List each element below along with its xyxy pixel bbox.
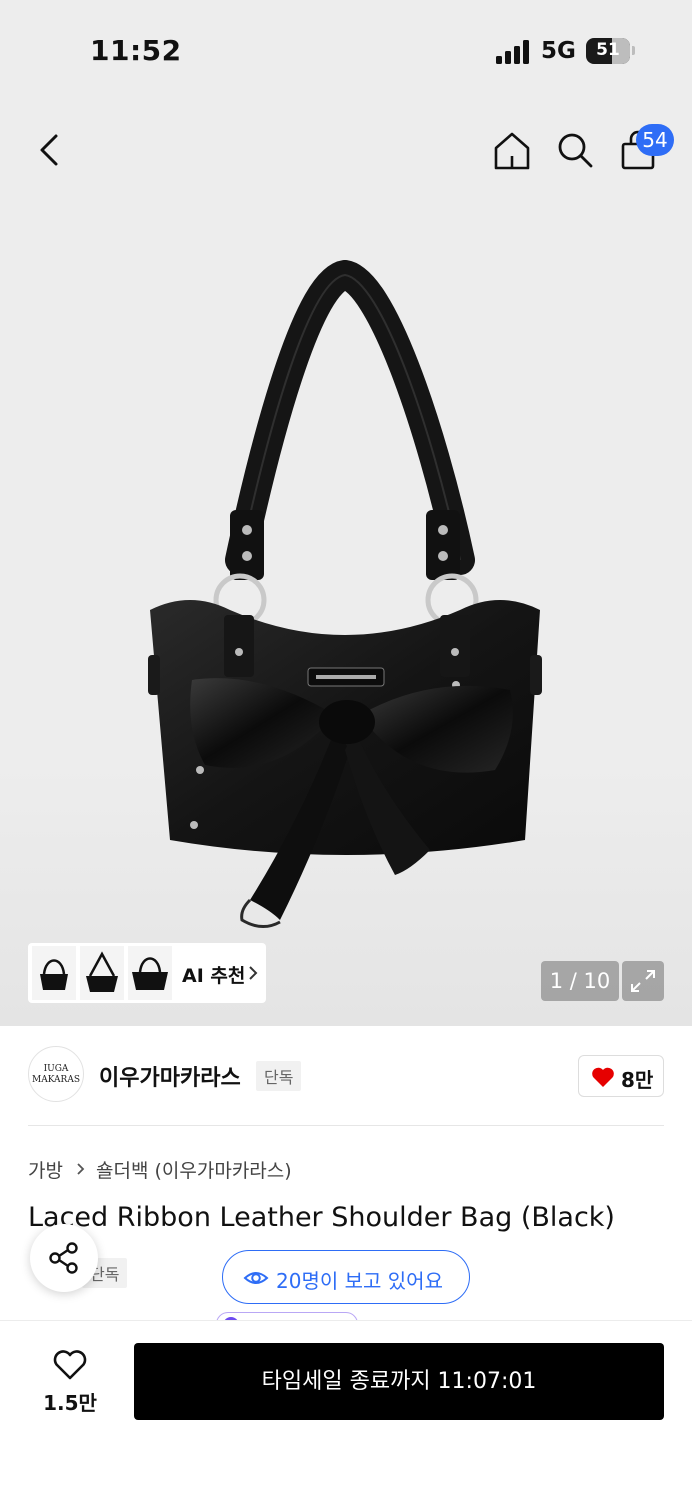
divider xyxy=(28,1125,664,1126)
share-button[interactable] xyxy=(30,1224,98,1292)
chevron-right-icon[interactable] xyxy=(246,963,260,983)
breadcrumb-subcategory[interactable]: 숄더백 (이우가마카라스) xyxy=(96,1156,292,1183)
image-pager: 1 / 10 xyxy=(541,961,619,1001)
battery-level: 51 xyxy=(596,40,620,60)
ai-thumb-2[interactable] xyxy=(80,946,124,1000)
brand-logo[interactable]: IUGA MAKARAS xyxy=(28,1046,84,1102)
brand-like-count: 8만 xyxy=(621,1068,654,1092)
breadcrumb-category[interactable]: 가방 xyxy=(28,1156,63,1183)
heart-filled-icon xyxy=(592,1067,614,1087)
chevron-right-icon xyxy=(77,1163,85,1175)
heart-outline-icon[interactable] xyxy=(52,1349,88,1381)
cart-count-badge: 54 xyxy=(636,124,674,156)
ai-thumb-1[interactable] xyxy=(32,946,76,1000)
wish-count: 1.5만 xyxy=(43,1391,97,1415)
home-icon[interactable] xyxy=(492,128,532,172)
share-icon xyxy=(49,1242,78,1274)
brand-name[interactable]: 이우가마카라스 xyxy=(99,1060,241,1092)
ai-recommend-label[interactable]: AI 추천 xyxy=(182,961,245,988)
signal-icon xyxy=(496,40,529,64)
battery-tip xyxy=(632,46,635,55)
product-gallery[interactable]: 54 AI 추천 1 / 10 xyxy=(0,100,692,1026)
bottom-action-bar: 1.5만 타임세일 종료까지 11:07:01 xyxy=(0,1320,692,1500)
status-bar: 11:52 5G 51 xyxy=(0,0,692,100)
network-label: 5G xyxy=(541,38,576,64)
ai-recommend-strip[interactable]: AI 추천 xyxy=(28,943,266,1003)
search-icon[interactable] xyxy=(555,128,595,172)
eye-icon xyxy=(243,1272,269,1284)
expand-icon xyxy=(631,970,655,992)
back-icon[interactable] xyxy=(30,128,70,172)
product-image[interactable] xyxy=(130,260,560,960)
viewers-text: 20명이 보고 있어요 xyxy=(276,1269,443,1293)
product-title: Laced Ribbon Leather Shoulder Bag (Black… xyxy=(28,1202,615,1233)
timesale-buy-button[interactable]: 타임세일 종료까지 11:07:01 xyxy=(134,1343,664,1420)
expand-button[interactable] xyxy=(622,961,664,1001)
status-time: 11:52 xyxy=(90,34,182,67)
brand-exclusive-tag: 단독 xyxy=(256,1061,302,1091)
battery-icon: 51 xyxy=(586,38,630,64)
ai-thumb-3[interactable] xyxy=(128,946,172,1000)
viewers-pill: 20명이 보고 있어요 xyxy=(222,1250,470,1304)
brand-like-button[interactable]: 8만 xyxy=(578,1055,664,1097)
